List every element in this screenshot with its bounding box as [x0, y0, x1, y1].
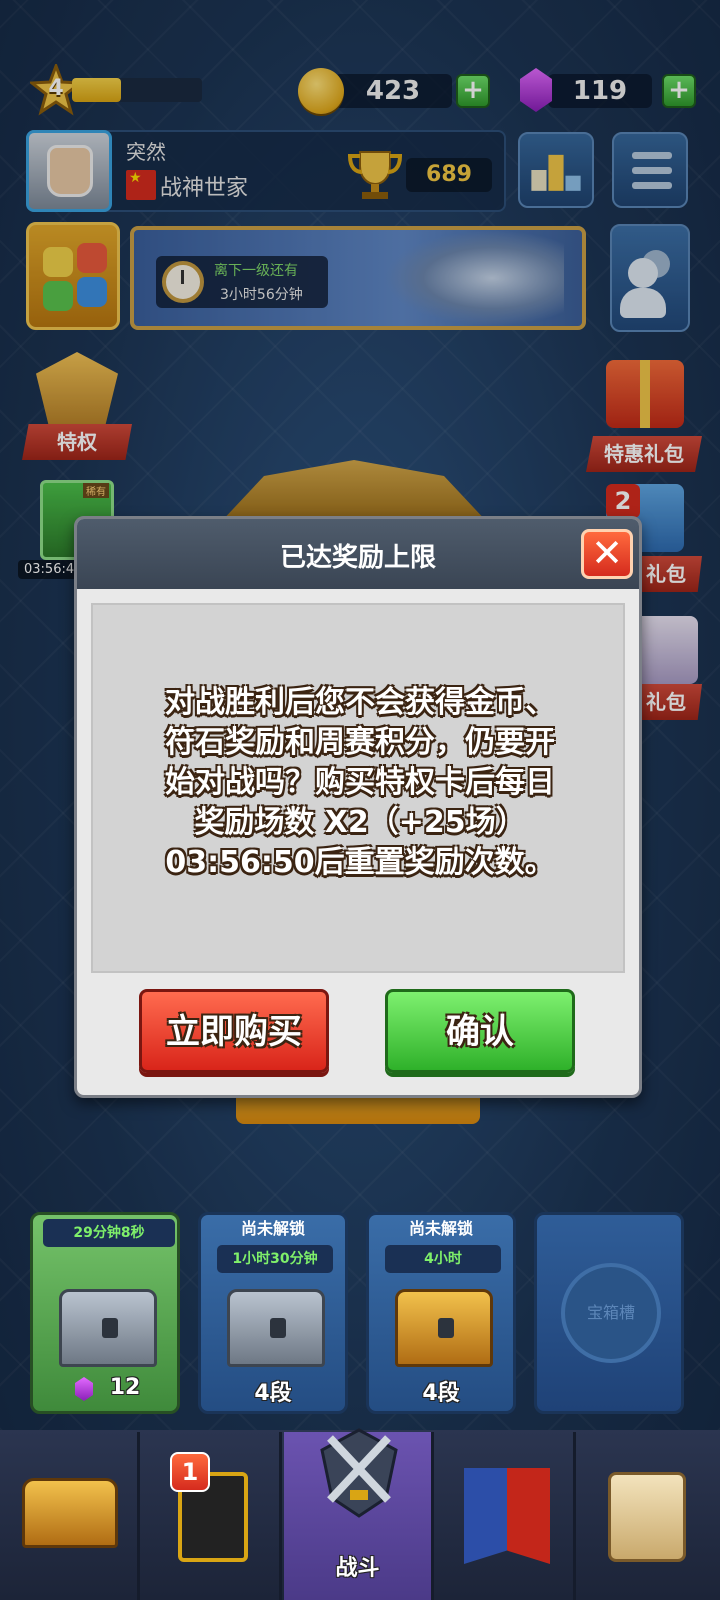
shop-chest-icon [22, 1478, 118, 1548]
silver-chest-icon [227, 1289, 325, 1367]
lock-icon [270, 1318, 286, 1338]
chest-slot-1[interactable]: 29分钟8秒 12 [30, 1212, 180, 1414]
dialog-body: 对战胜利后您不会获得金币、 符石奖励和周赛积分，仍要开 始对战吗？购买特权卡后每… [91, 603, 625, 973]
gold-chest-icon [395, 1289, 493, 1367]
nav-cards[interactable]: 1 [142, 1432, 282, 1600]
lock-icon [102, 1318, 118, 1338]
chest-slot-4[interactable]: 宝箱槽 [534, 1212, 684, 1414]
confirm-button[interactable]: 确认 [385, 989, 575, 1073]
nav-clan[interactable] [436, 1432, 576, 1600]
chest-slot-2[interactable]: 尚未解锁 1小时30分钟 4段 [198, 1212, 348, 1414]
dialog-message-line: 始对战吗？购买特权卡后每日 [165, 765, 555, 800]
dialog-message-line: 符石奖励和周赛积分，仍要开 [165, 725, 555, 760]
nav-battle[interactable]: 战斗 [284, 1428, 434, 1600]
clan-banner-icon [464, 1468, 550, 1564]
dialog-message-line: 对战胜利后您不会获得金币、 [165, 685, 555, 720]
dialog-message-line: 奖励场数 X2（+25场） [194, 805, 526, 840]
chest-status: 尚未解锁 [240, 1219, 305, 1238]
silver-chest-icon [59, 1289, 157, 1367]
dialog-message: 对战胜利后您不会获得金币、 符石奖励和周赛积分，仍要开 始对战吗？购买特权卡后每… [117, 683, 603, 883]
chest-gem-cost: 12 [109, 1375, 141, 1400]
chest-slot-3[interactable]: 尚未解锁 4小时 4段 [366, 1212, 516, 1414]
chest-unlock-duration: 4小时 [385, 1245, 501, 1273]
lock-icon [438, 1318, 454, 1338]
close-icon[interactable]: ✕ [581, 529, 633, 579]
chest-tier: 4段 [254, 1381, 292, 1406]
chest-unlock-timer: 29分钟8秒 [43, 1219, 175, 1247]
dialog-message-line: 03:56:50后重置奖励次数。 [165, 845, 555, 880]
nav-shop[interactable] [0, 1432, 140, 1600]
chest-status: 尚未解锁 [408, 1219, 473, 1238]
empty-chest-slot: 宝箱槽 [561, 1263, 661, 1363]
buy-now-button[interactable]: 立即购买 [139, 989, 329, 1073]
nav-quests[interactable] [578, 1432, 718, 1600]
nav-battle-label: 战斗 [335, 1556, 380, 1581]
dialog-title: 已达奖励上限 [279, 543, 436, 573]
reward-limit-dialog: 已达奖励上限 ✕ 对战胜利后您不会获得金币、 符石奖励和周赛积分，仍要开 始对战… [74, 516, 642, 1098]
quest-scroll-icon [608, 1472, 686, 1562]
chest-unlock-duration: 1小时30分钟 [217, 1245, 333, 1273]
battle-swords-icon [320, 1428, 398, 1518]
cards-badge: 1 [170, 1452, 210, 1492]
chest-tier: 4段 [422, 1381, 460, 1406]
dialog-header: 已达奖励上限 ✕ [77, 519, 639, 589]
